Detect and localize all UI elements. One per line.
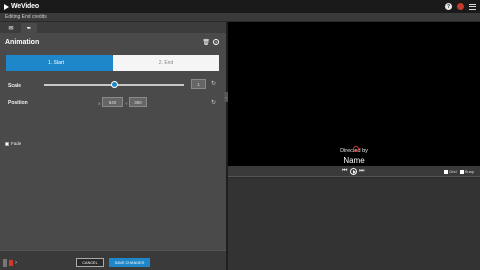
snap-label: Snap	[464, 169, 474, 174]
tab-animation[interactable]: ✒	[21, 23, 37, 33]
help-icon[interactable]: ?	[213, 39, 219, 45]
skip-forward-icon[interactable]: ⏭	[359, 168, 364, 175]
tab-text[interactable]: ✉	[3, 23, 19, 33]
timeline-clip-thumb[interactable]	[3, 259, 7, 267]
fade-checkbox[interactable]	[5, 141, 9, 146]
timeline-marker[interactable]	[9, 260, 13, 266]
menu-icon[interactable]	[469, 3, 476, 10]
wevideo-logo[interactable]: WeVideo	[4, 3, 39, 10]
fade-label: Fade	[11, 141, 22, 146]
scale-slider-handle[interactable]	[110, 81, 118, 88]
cursor-indicator	[353, 146, 359, 152]
editor-panel: ✉ ✒ Animation 🗑 ? 1. Start 2. End Scale …	[0, 22, 226, 250]
logo-text: WeVideo	[11, 3, 39, 10]
panel-title: Animation	[5, 39, 40, 46]
grid-toggle[interactable]: Grid	[444, 169, 457, 174]
playback-controls: ⏮ ⏭ Grid Snap	[228, 166, 480, 177]
scale-label: Scale	[8, 83, 22, 89]
editing-breadcrumb: Editing End credits	[0, 13, 480, 22]
save-changes-button[interactable]: SAVE CHANGES	[109, 258, 150, 267]
snap-toggle[interactable]: Snap	[459, 169, 474, 174]
x-label: X	[98, 101, 101, 106]
logo-play-icon	[4, 3, 9, 10]
step-selector: 1. Start 2. End	[6, 55, 219, 71]
top-bar: WeVideo ?	[0, 0, 480, 13]
grid-checkbox[interactable]	[444, 169, 449, 174]
position-y-input[interactable]: 360	[129, 97, 147, 107]
fade-option[interactable]: Fade	[5, 141, 21, 146]
video-preview[interactable]: Directed by Name	[228, 22, 480, 166]
y-label: Y	[125, 101, 128, 106]
step-end[interactable]: 2. End	[113, 55, 219, 71]
step-start[interactable]: 1. Start	[6, 55, 119, 71]
rocket-icon: ✒	[26, 25, 32, 32]
play-icon[interactable]	[350, 168, 357, 175]
chevron-right-icon[interactable]: ›	[15, 260, 17, 266]
position-x-input[interactable]: 640	[102, 97, 123, 107]
skip-back-icon[interactable]: ⏮	[342, 168, 347, 175]
avatar[interactable]	[457, 3, 464, 10]
grid-label: Grid	[449, 169, 457, 174]
scale-input[interactable]: 1	[191, 79, 206, 89]
panel-tabs: ✉ ✒	[0, 22, 226, 33]
credit-name: Name	[343, 156, 365, 165]
panel-footer: › CANCEL SAVE CHANGES	[0, 250, 226, 270]
reset-scale-icon[interactable]: ↻	[211, 80, 216, 87]
timeline-area	[228, 178, 480, 270]
snap-checkbox[interactable]	[459, 169, 464, 174]
speech-bubble-icon: ✉	[8, 25, 14, 32]
trash-icon[interactable]: 🗑	[202, 39, 210, 46]
cancel-button[interactable]: CANCEL	[76, 258, 104, 267]
position-label: Position	[8, 100, 28, 106]
scale-slider[interactable]	[44, 81, 184, 88]
reset-position-icon[interactable]: ↻	[211, 99, 216, 106]
help-icon[interactable]: ?	[445, 3, 452, 10]
